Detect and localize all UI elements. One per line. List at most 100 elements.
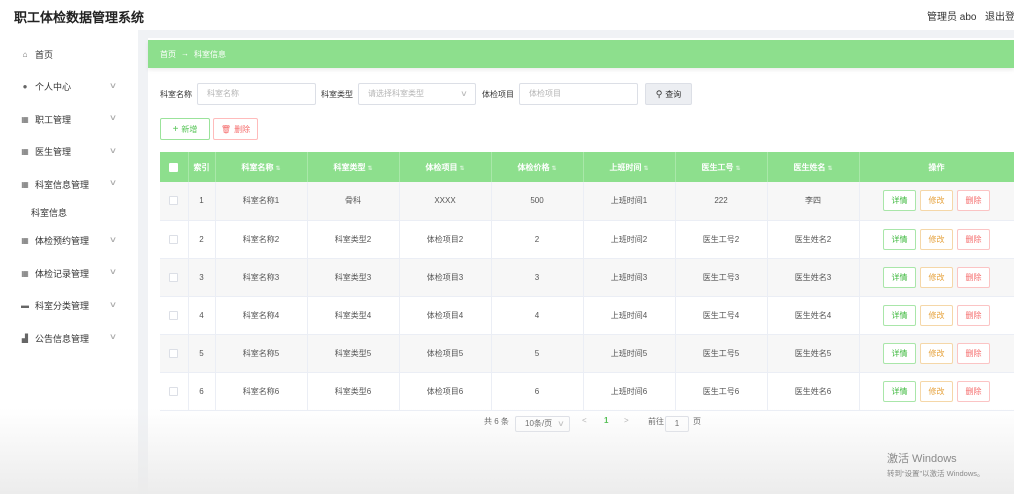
search-name-placeholder: 科室名称 <box>207 89 239 98</box>
column-header-1[interactable]: 科室名称 ⇅ <box>215 152 308 182</box>
current-user[interactable]: 管理员 abo <box>927 8 976 23</box>
cell-time: 上班时间3 <box>583 258 676 297</box>
search-type-select[interactable]: 请选择科室类型 ∨ <box>358 83 476 105</box>
chevron-down-icon: ∨ <box>108 267 118 276</box>
chevron-down-icon: ∨ <box>108 299 118 309</box>
detail-button[interactable]: 详情 <box>883 380 916 402</box>
row-checkbox-cell <box>160 334 189 373</box>
column-header-3[interactable]: 体检项目 ⇅ <box>399 152 492 182</box>
sidebar-item-label: 科室信息管理 <box>35 179 90 190</box>
column-header-0[interactable]: 索引 <box>188 152 216 182</box>
detail-button[interactable]: 详情 <box>883 228 916 250</box>
plus-icon: + <box>172 123 179 135</box>
cell-item: 体检项目5 <box>399 334 492 373</box>
sidebar-item-8[interactable]: ▟ 公告信息管理 ∨ <box>8 322 130 355</box>
search-item-input[interactable]: 体检项目 <box>519 83 638 105</box>
row-checkbox-cell <box>160 296 189 335</box>
edit-button[interactable]: 修改 <box>920 342 953 364</box>
chart-icon: ▟ <box>21 333 29 343</box>
cell-type: 科室类型6 <box>307 372 400 411</box>
select-all-checkbox[interactable] <box>169 162 179 172</box>
grid-icon: ▦ <box>21 114 29 124</box>
column-header-label: 医生姓名 <box>793 162 826 172</box>
column-header-5[interactable]: 上班时间 ⇅ <box>583 152 676 182</box>
cell-item: XXXX <box>399 182 492 221</box>
page-size-value: 10条/页 <box>525 419 553 428</box>
delete-button[interactable]: 删除 <box>957 304 990 326</box>
query-button-label: 查询 <box>665 89 682 99</box>
edit-button[interactable]: 修改 <box>920 190 953 212</box>
chevron-down-icon: ∨ <box>108 332 118 341</box>
query-button[interactable]: ⚲ 查询 <box>645 83 692 105</box>
chevron-down-icon: ∨ <box>108 113 118 122</box>
goto-page-input[interactable]: 1 <box>665 416 689 432</box>
cell-doctor-id: 医生工号5 <box>675 334 768 373</box>
delete-button[interactable]: 删除 <box>957 266 990 288</box>
cell-time: 上班时间2 <box>583 220 676 259</box>
row-checkbox-cell <box>160 182 189 221</box>
breadcrumb-home[interactable]: 首页 <box>160 49 176 60</box>
cell-actions: 详情 修改 删除 <box>859 258 1014 297</box>
sidebar-item-6[interactable]: ▦ 体检记录管理 ∨ <box>8 257 130 290</box>
detail-button[interactable]: 详情 <box>883 190 916 212</box>
detail-button[interactable]: 详情 <box>883 304 916 326</box>
sidebar: ⌂ 首页 ● 个人中心 ∨ ▦ 职工管理 ∨ ▦ 医生管理 ∨ ▦ 科室信息管理 ∨ 科室信息 ▦ 体检预约管理… <box>0 30 138 494</box>
row-checkbox[interactable] <box>169 386 179 396</box>
cell-actions: 详情 修改 删除 <box>859 220 1014 259</box>
table-body: 1 科室名称1 骨科 XXXX 500 上班时间1 222 李四 详情 修改 删除 2 科室名称2 科室类… <box>160 182 1014 411</box>
cell-item: 体检项目3 <box>399 258 492 297</box>
delete-button[interactable]: 删除 <box>957 380 990 402</box>
sidebar-item-2[interactable]: ▦ 职工管理 ∨ <box>8 103 130 136</box>
column-header-label: 科室名称 <box>241 162 274 172</box>
sidebar-item-0[interactable]: ⌂ 首页 <box>8 38 130 71</box>
chevron-down-icon: ∨ <box>557 419 565 428</box>
sort-icon: ⇅ <box>827 165 833 172</box>
page-size-select[interactable]: 10条/页 ∨ <box>515 416 570 432</box>
cell-index: 2 <box>188 220 216 259</box>
search-type-placeholder: 请选择科室类型 <box>368 89 424 98</box>
row-checkbox[interactable] <box>169 272 179 282</box>
sidebar-item-5[interactable]: ▦ 体检预约管理 ∨ <box>8 225 130 258</box>
add-button[interactable]: + 新增 <box>160 118 210 140</box>
page-number-current[interactable]: 1 <box>604 416 608 425</box>
cell-item: 体检项目2 <box>399 220 492 259</box>
row-checkbox[interactable] <box>169 234 179 244</box>
edit-button[interactable]: 修改 <box>920 266 953 288</box>
sidebar-item-3[interactable]: ▦ 医生管理 ∨ <box>8 136 130 169</box>
detail-button[interactable]: 详情 <box>883 266 916 288</box>
delete-button[interactable]: 删除 <box>957 190 990 212</box>
sidebar-item-label: 医生管理 <box>35 147 72 158</box>
edit-button[interactable]: 修改 <box>920 228 953 250</box>
row-checkbox[interactable] <box>169 196 179 206</box>
delete-button[interactable]: 删除 <box>957 228 990 250</box>
watermark-subtitle: 转到“设置”以激活 Windows。 <box>887 469 985 478</box>
sidebar-subitem-4-0[interactable]: 科室信息 <box>8 201 130 225</box>
prev-page-button[interactable]: < <box>582 416 587 425</box>
sidebar-item-7[interactable]: ▬ 科室分类管理 ∨ <box>8 290 130 323</box>
delete-button[interactable]: 删除 <box>957 342 990 364</box>
sort-icon: ⇅ <box>459 165 465 172</box>
sidebar-item-1[interactable]: ● 个人中心 ∨ <box>8 71 130 104</box>
table-row: 6 科室名称6 科室类型6 体检项目6 6 上班时间6 医生工号6 医生姓名6 详情 修改 删除 <box>160 372 1014 411</box>
next-page-button[interactable]: > <box>624 416 629 425</box>
column-header-4[interactable]: 体检价格 ⇅ <box>491 152 584 182</box>
search-item-placeholder: 体检项目 <box>529 89 561 98</box>
row-checkbox[interactable] <box>169 310 179 320</box>
cell-type: 科室类型3 <box>307 258 400 297</box>
sidebar-menu: ⌂ 首页 ● 个人中心 ∨ ▦ 职工管理 ∨ ▦ 医生管理 ∨ ▦ 科室信息管理 ∨ 科室信息 ▦ 体检预约管理… <box>8 38 130 355</box>
batch-delete-button[interactable]: 🗑 删除 <box>213 118 258 140</box>
detail-button[interactable]: 详情 <box>883 342 916 364</box>
column-header-2[interactable]: 科室类型 ⇅ <box>307 152 400 182</box>
sidebar-item-label: 科室分类管理 <box>35 301 90 312</box>
logout-link[interactable]: 退出登录 <box>985 8 1014 23</box>
edit-button[interactable]: 修改 <box>920 380 953 402</box>
sidebar-item-4[interactable]: ▦ 科室信息管理 ∨ <box>8 168 130 201</box>
column-header-6[interactable]: 医生工号 ⇅ <box>675 152 768 182</box>
edit-button[interactable]: 修改 <box>920 304 953 326</box>
search-name-input[interactable]: 科室名称 <box>197 83 316 105</box>
cell-time: 上班时间5 <box>583 334 676 373</box>
column-header-label: 科室类型 <box>333 162 366 172</box>
column-header-7[interactable]: 医生姓名 ⇅ <box>767 152 860 182</box>
row-checkbox[interactable] <box>169 348 179 358</box>
column-header-8[interactable]: 操作 <box>859 152 1014 182</box>
